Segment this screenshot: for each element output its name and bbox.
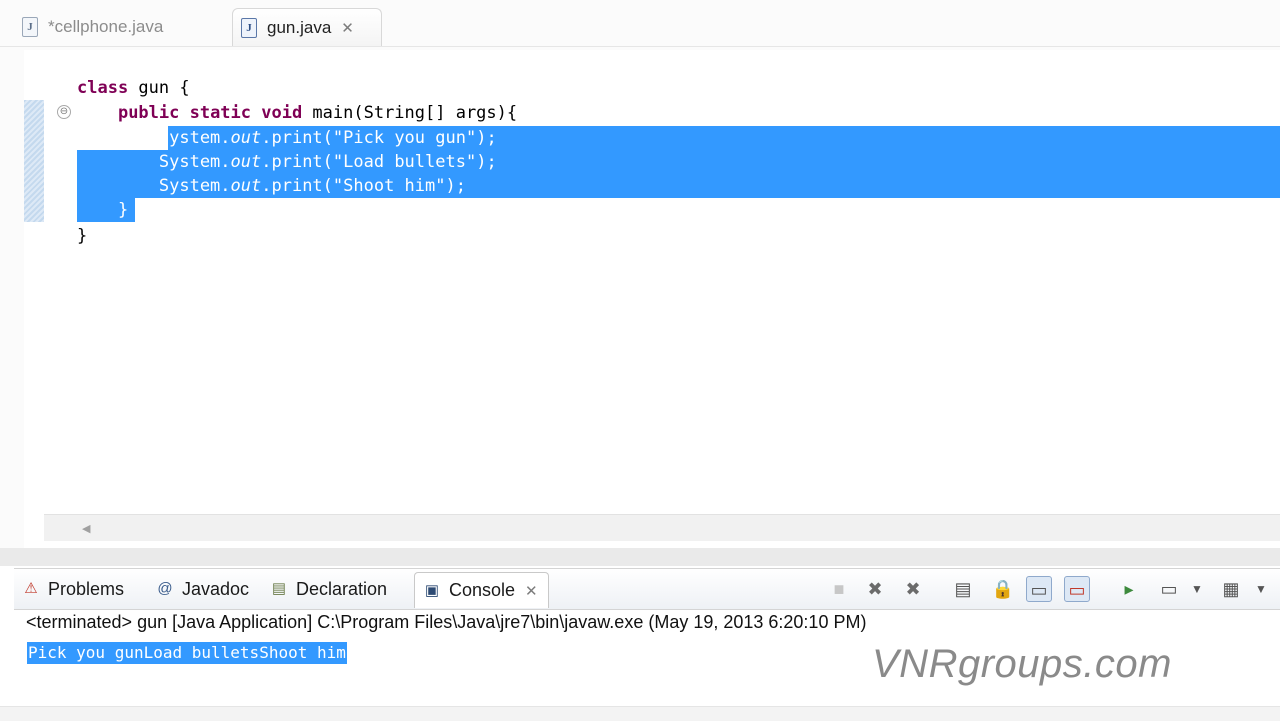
- code-text: );: [445, 176, 466, 196]
- horizontal-scrollbar[interactable]: ◀: [44, 514, 1280, 541]
- code-text: );: [476, 152, 497, 172]
- editor-tab-bar: J *cellphone.java J gun.java ✕: [0, 0, 1280, 50]
- code-text: System.: [77, 128, 231, 148]
- remove-all-terminated-icon[interactable]: ✖: [900, 576, 926, 602]
- tab-cellphone-java[interactable]: J *cellphone.java: [22, 8, 217, 46]
- code-field: out: [230, 128, 262, 148]
- remove-launch-icon[interactable]: ✖: [862, 576, 888, 602]
- console-icon: ▣: [424, 581, 440, 599]
- close-tab-icon[interactable]: ✕: [525, 582, 538, 600]
- open-console-icon[interactable]: ▦: [1218, 576, 1244, 602]
- problems-icon: ⚠: [24, 580, 38, 597]
- java-file-icon: J: [22, 17, 38, 37]
- string-literal: "Pick you gun": [332, 128, 477, 148]
- tab-javadoc[interactable]: @ Javadoc: [156, 573, 249, 605]
- clear-console-icon[interactable]: ▤: [950, 576, 976, 602]
- string-literal: "Shoot him": [332, 176, 446, 196]
- tab-problems[interactable]: ⚠ Problems: [22, 573, 124, 605]
- console-scrollbar[interactable]: [0, 706, 1280, 721]
- watermark-text: VNRgroups.com: [872, 642, 1172, 686]
- code-line-1[interactable]: class gun {: [77, 76, 190, 100]
- code-text: main(String[] args){: [302, 103, 518, 123]
- code-text: System.: [77, 152, 231, 172]
- tab-label: Problems: [48, 578, 125, 599]
- code-line-7[interactable]: }: [77, 224, 87, 248]
- javadoc-at-icon: @: [157, 580, 173, 597]
- tab-label: *cellphone.java: [48, 17, 164, 36]
- terminate-icon[interactable]: ■: [826, 576, 852, 602]
- code-field: out: [230, 152, 262, 172]
- tab-divider: [0, 46, 1280, 47]
- scroll-lock-icon[interactable]: 🔒: [990, 576, 1016, 602]
- code-field: out: [230, 176, 262, 196]
- code-line-5[interactable]: System.out.print("Shoot him");: [77, 174, 466, 198]
- code-text: System.: [77, 176, 231, 196]
- selection-ruler-marker: [24, 100, 44, 222]
- keyword: class: [77, 78, 129, 98]
- console-output[interactable]: Pick you gunLoad bulletsShoot him: [27, 642, 347, 664]
- code-text: .print(: [261, 152, 333, 172]
- code-text: .print(: [261, 128, 333, 148]
- java-file-icon: J: [241, 17, 257, 38]
- code-line-2[interactable]: public static void main(String[] args){: [77, 101, 517, 125]
- code-text: );: [476, 128, 497, 148]
- view-menu-icon[interactable]: ▼: [1248, 576, 1274, 602]
- show-console-on-output-icon[interactable]: ▭: [1026, 576, 1052, 602]
- code-line-4[interactable]: System.out.print("Load bullets");: [77, 150, 497, 174]
- pin-console-icon[interactable]: ▸: [1116, 576, 1142, 602]
- editor-gutter: [0, 50, 24, 550]
- code-text: .print(: [261, 176, 333, 196]
- tab-label: gun.java: [267, 17, 332, 37]
- code-text: gun {: [128, 78, 190, 98]
- tab-gun-java[interactable]: J gun.java ✕: [232, 8, 382, 46]
- display-console-icon[interactable]: ▭: [1156, 576, 1182, 602]
- string-literal: "Load bullets": [332, 152, 477, 172]
- code-line-3[interactable]: System.out.print("Pick you gun");: [77, 126, 497, 150]
- tab-label: Declaration: [296, 578, 388, 599]
- close-tab-icon[interactable]: ✕: [341, 19, 354, 37]
- console-launch-header: <terminated> gun [Java Application] C:\P…: [26, 612, 867, 632]
- tab-console[interactable]: ▣ Console ✕: [414, 572, 549, 608]
- code-line-6[interactable]: }: [77, 198, 128, 222]
- keyword: public static void: [117, 103, 303, 123]
- tab-label: Javadoc: [182, 578, 250, 599]
- view-tab-bar: ⚠ Problems @ Javadoc ▤ Declaration ▣ Con…: [14, 568, 1280, 610]
- collapse-method-icon[interactable]: ⊖: [57, 105, 71, 119]
- panel-sash[interactable]: [0, 548, 1280, 566]
- tab-declaration[interactable]: ▤ Declaration: [270, 573, 387, 605]
- show-console-on-error-icon[interactable]: ▭: [1064, 576, 1090, 602]
- tab-label: Console: [449, 580, 516, 600]
- chevron-down-icon[interactable]: ▼: [1184, 576, 1210, 602]
- declaration-icon: ▤: [271, 580, 287, 597]
- scroll-left-icon[interactable]: ◀: [82, 522, 90, 535]
